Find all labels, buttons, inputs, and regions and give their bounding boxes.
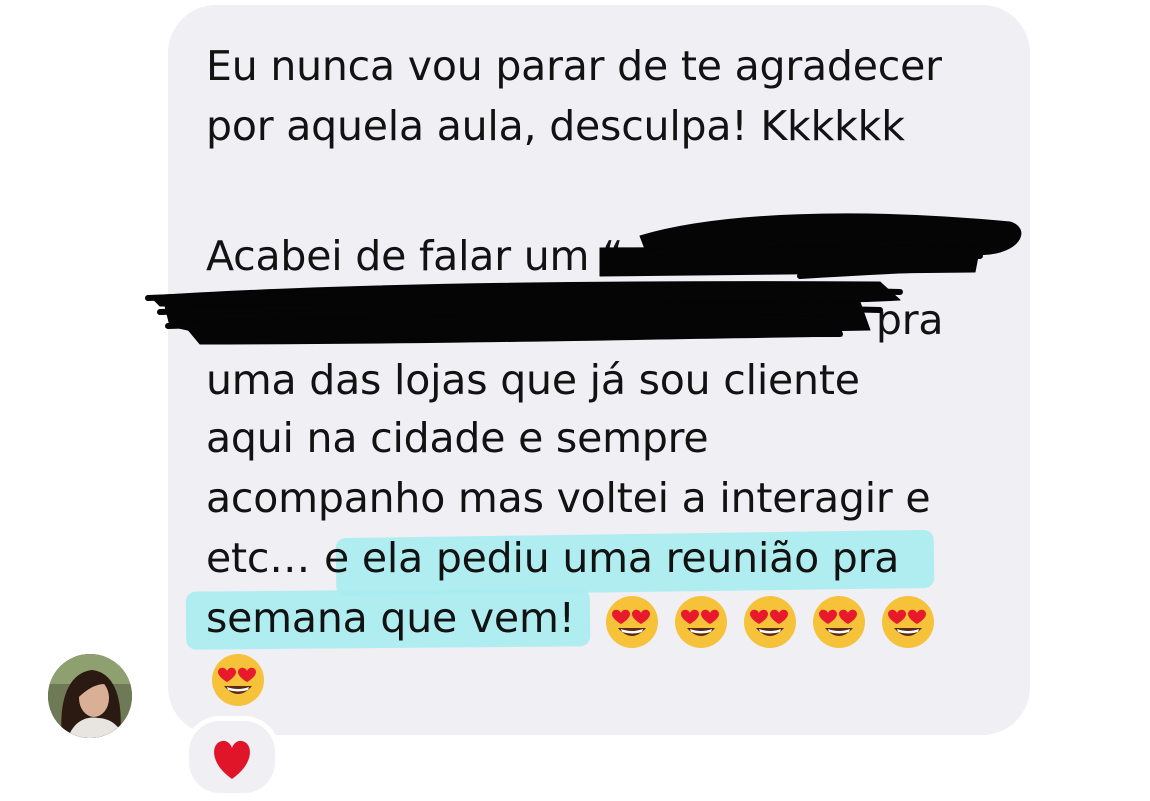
heart-eyes-icon [813,596,865,648]
heart-eyes-icon [882,596,934,648]
heart-eyes-icon [744,596,796,648]
red-heart-icon [214,740,250,779]
heart-eyes-icon [606,596,658,648]
heart-eyes-icon [212,654,264,706]
heart-eyes-icon [675,596,727,648]
sender-avatar[interactable] [48,654,132,738]
avatar-photo [48,654,132,738]
redaction-scribble [145,213,1022,345]
reaction-badge[interactable] [184,716,280,798]
